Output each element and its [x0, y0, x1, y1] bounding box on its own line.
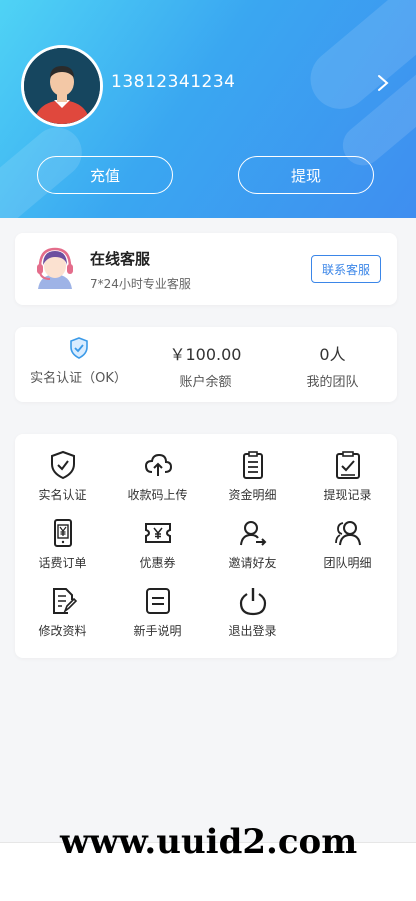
- menu-item-logout[interactable]: 退出登录: [205, 586, 300, 639]
- menu-item-invite-friends[interactable]: 邀请好友: [205, 518, 300, 571]
- service-subtitle: 7*24小时专业客服: [90, 277, 191, 291]
- clipboard-check-icon: [335, 451, 360, 479]
- menu-item-label: 提现记录: [323, 488, 372, 502]
- contact-service-button[interactable]: 联系客服: [311, 255, 381, 283]
- phone-yen-icon: [53, 519, 72, 547]
- user-phone: 13812341234: [111, 72, 236, 92]
- guide-document-icon: [145, 588, 170, 614]
- team-stat[interactable]: 0人 我的团队: [269, 341, 396, 390]
- realname-stat[interactable]: 实名认证（OK）: [15, 337, 142, 386]
- menu-item-label: 新手说明: [133, 624, 182, 638]
- balance-stat[interactable]: ￥100.00 账户余额: [142, 341, 269, 390]
- menu-item-label: 修改资料: [38, 624, 87, 638]
- menu-item-phone-orders[interactable]: 话费订单: [15, 518, 110, 571]
- menu-item-label: 话费订单: [38, 556, 87, 570]
- shield-check-icon: [50, 450, 75, 480]
- menu-item-edit-profile[interactable]: 修改资料: [15, 586, 110, 639]
- verified-shield-icon: [69, 337, 88, 359]
- watermark-text: www.uuid2.com: [60, 822, 358, 862]
- menu-item-label: 资金明细: [228, 488, 277, 502]
- customer-service-icon: [37, 247, 73, 289]
- power-icon: [239, 588, 266, 616]
- menu-item-coupons[interactable]: 优惠券: [110, 518, 205, 571]
- menu-item-withdraw-records[interactable]: 提现记录: [300, 450, 395, 503]
- stats-card: 实名认证（OK） ￥100.00 账户余额 0人 我的团队: [15, 327, 397, 402]
- user-avatar-icon: [24, 48, 100, 124]
- edit-document-icon: [52, 588, 77, 614]
- team-value: 0人: [319, 345, 346, 364]
- team-label: 我的团队: [306, 375, 359, 390]
- balance-value: ￥100.00: [169, 345, 242, 364]
- profile-header: 13812341234 充值 提现: [0, 0, 416, 218]
- balance-label: 账户余额: [179, 375, 232, 390]
- menu-item-label: 团队明细: [323, 556, 372, 570]
- menu-item-realname[interactable]: 实名认证: [15, 450, 110, 503]
- invite-user-icon: [239, 521, 266, 546]
- realname-label: 实名认证（OK）: [30, 371, 127, 386]
- withdraw-button[interactable]: 提现: [238, 156, 374, 194]
- menu-item-beginner-guide[interactable]: 新手说明: [110, 586, 205, 639]
- chevron-right-icon[interactable]: [374, 73, 392, 93]
- team-icon: [334, 521, 361, 546]
- clipboard-list-icon: [242, 451, 263, 479]
- menu-item-upload-code[interactable]: 收款码上传: [110, 450, 205, 503]
- menu-item-label: 收款码上传: [127, 488, 188, 502]
- menu-item-funds[interactable]: 资金明细: [205, 450, 300, 503]
- service-title: 在线客服: [90, 250, 151, 268]
- menu-item-team-details[interactable]: 团队明细: [300, 518, 395, 571]
- menu-item-label: 退出登录: [228, 624, 277, 638]
- menu-item-label: 实名认证: [38, 488, 87, 502]
- menu-item-label: 邀请好友: [228, 556, 277, 570]
- menu-item-label: 优惠券: [139, 556, 176, 570]
- customer-service-card: 在线客服 7*24小时专业客服 联系客服: [15, 233, 397, 305]
- coupon-icon: [144, 523, 171, 543]
- avatar[interactable]: [21, 45, 103, 127]
- cloud-upload-icon: [144, 453, 172, 476]
- menu-grid-card: 实名认证 收款码上传 资金明细 提现记录 话费订单 优惠券 邀请好友 团队明细 …: [15, 434, 397, 658]
- recharge-button[interactable]: 充值: [37, 156, 173, 194]
